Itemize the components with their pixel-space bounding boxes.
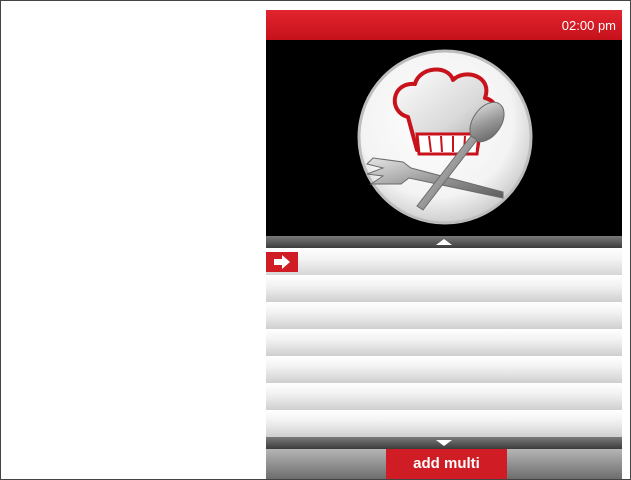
list-item[interactable] xyxy=(266,302,622,329)
left-softkey[interactable] xyxy=(266,449,386,479)
hero-panel xyxy=(266,40,622,236)
status-bar: 02:00 pm xyxy=(266,10,622,40)
scroll-down-button[interactable] xyxy=(266,437,622,449)
list-item[interactable] xyxy=(266,248,622,275)
clock-time: 02:00 pm xyxy=(561,18,616,33)
list-item[interactable] xyxy=(266,329,622,356)
bottom-toolbar: add multi xyxy=(266,449,622,479)
item-list[interactable] xyxy=(266,248,622,437)
list-item[interactable] xyxy=(266,383,622,410)
chevron-down-icon xyxy=(436,440,452,446)
device-screen: 02:00 pm add multi xyxy=(266,10,622,479)
list-item[interactable] xyxy=(266,410,622,437)
list-item[interactable] xyxy=(266,275,622,302)
scroll-up-button[interactable] xyxy=(266,236,622,248)
chevron-up-icon xyxy=(436,239,452,245)
list-item[interactable] xyxy=(266,356,622,383)
chef-hat-fork-spoon-icon xyxy=(357,49,533,225)
arrow-right-icon xyxy=(266,252,298,272)
add-multi-button[interactable]: add multi xyxy=(386,449,507,479)
right-softkey[interactable] xyxy=(507,449,622,479)
